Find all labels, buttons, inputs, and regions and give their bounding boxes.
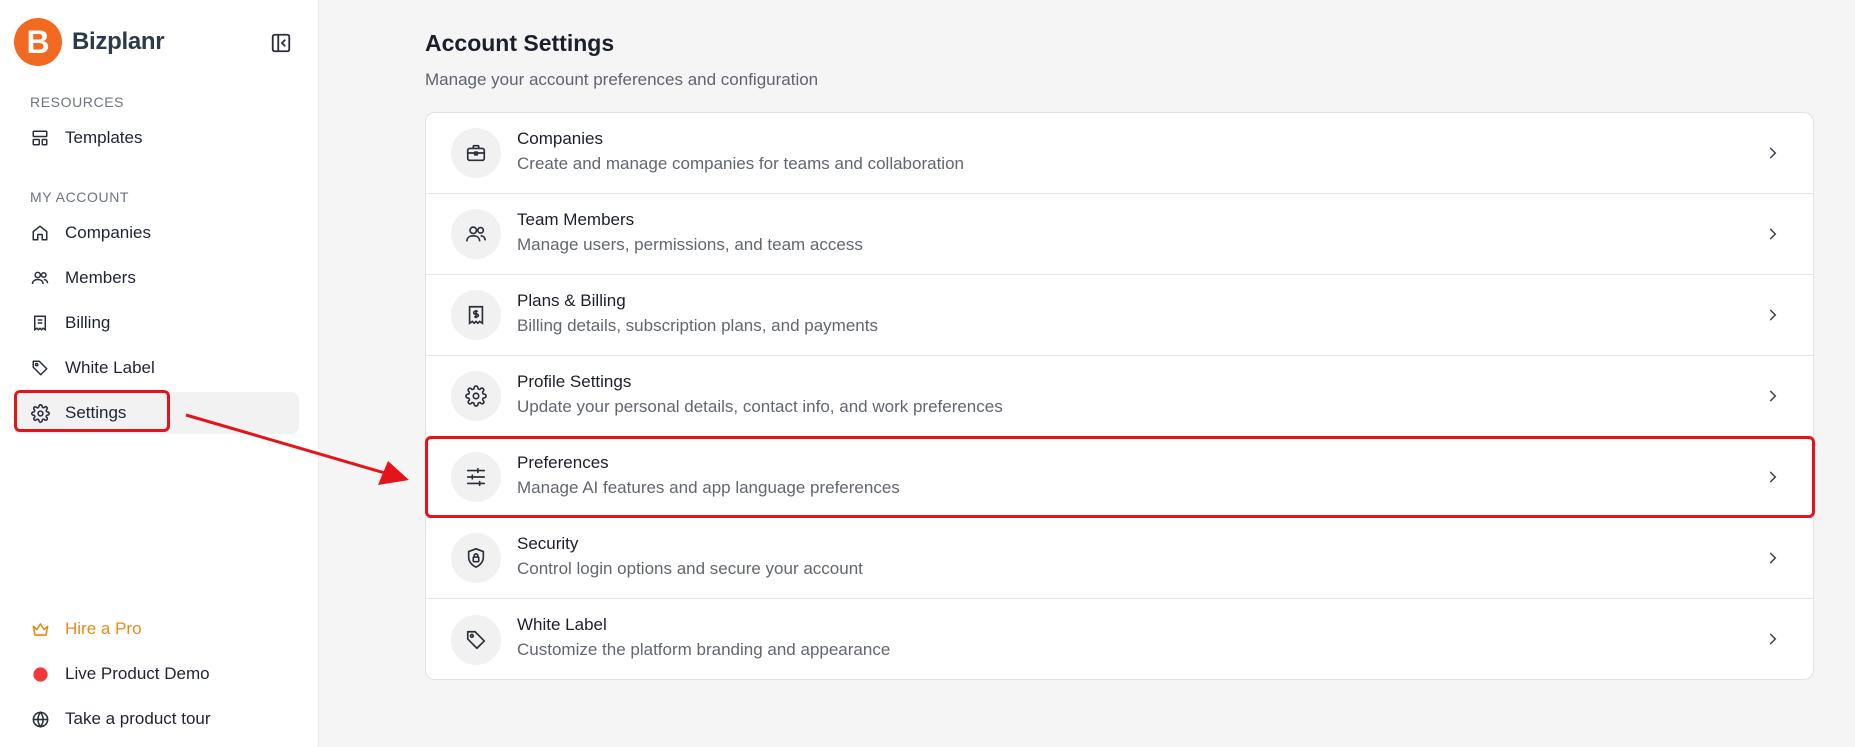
- shield-icon: [451, 533, 501, 583]
- chevron-right-icon: [1763, 224, 1783, 244]
- chevron-right-icon: [1763, 305, 1783, 325]
- sidebar-item-settings[interactable]: Settings: [14, 392, 299, 434]
- chevron-right-icon: [1763, 629, 1783, 649]
- sidebar-item-white-label[interactable]: White Label: [14, 347, 299, 389]
- users-icon: [451, 209, 501, 259]
- sidebar-item-label: White Label: [65, 358, 155, 377]
- settings-row-security[interactable]: Security Control login options and secur…: [426, 518, 1813, 599]
- collapse-sidebar-button[interactable]: [268, 30, 294, 56]
- tag-icon: [451, 614, 501, 665]
- sidebar-item-label: Settings: [65, 403, 127, 422]
- settings-list: Companies Create and manage companies fo…: [425, 112, 1814, 680]
- gear-icon: [451, 371, 501, 421]
- settings-row-profile-settings[interactable]: Profile Settings Update your personal de…: [426, 356, 1813, 437]
- my-account-section-label: MY ACCOUNT: [30, 189, 130, 205]
- row-description: Billing details, subscription plans, and…: [517, 316, 878, 335]
- row-description: Control login options and secure your ac…: [517, 559, 863, 578]
- chevron-right-icon: [1763, 548, 1783, 568]
- sidebar-item-label: Templates: [65, 128, 143, 147]
- sidebar-item-label: Members: [65, 268, 136, 287]
- page-subtitle: Manage your account preferences and conf…: [425, 70, 819, 89]
- row-description: Create and manage companies for teams an…: [517, 154, 964, 173]
- sidebar: B Bizplanr RESOURCES Templates MY ACCOUN…: [0, 0, 319, 747]
- row-description: Manage AI features and app language pref…: [517, 478, 900, 497]
- row-title: Team Members: [517, 210, 635, 229]
- crown-icon: [30, 619, 50, 639]
- sidebar-collapse-icon: [271, 33, 291, 53]
- sidebar-item-companies[interactable]: Companies: [14, 212, 299, 254]
- row-description: Customize the platform branding and appe…: [517, 640, 891, 659]
- settings-row-companies[interactable]: Companies Create and manage companies fo…: [426, 113, 1813, 194]
- sidebar-item-label: Billing: [65, 313, 111, 332]
- row-description: Update your personal details, contact in…: [517, 397, 1003, 416]
- settings-row-white-label[interactable]: White Label Customize the platform brand…: [426, 599, 1813, 679]
- sidebar-item-label: Companies: [65, 223, 151, 242]
- chevron-right-icon: [1763, 143, 1783, 163]
- receipt-icon: [451, 290, 501, 340]
- resources-section-label: RESOURCES: [30, 94, 125, 110]
- sidebar-item-templates[interactable]: Templates: [14, 117, 299, 159]
- row-title: Plans & Billing: [517, 291, 626, 310]
- row-title: White Label: [517, 615, 607, 634]
- users-icon: [30, 268, 50, 288]
- briefcase-icon: [451, 128, 501, 178]
- brand-name: Bizplanr: [72, 28, 165, 55]
- tag-icon: [30, 358, 50, 378]
- row-title: Security: [517, 534, 579, 553]
- sidebar-item-label: Take a product tour: [65, 709, 211, 728]
- sidebar-item-label: Hire a Pro: [65, 619, 142, 638]
- row-title: Companies: [517, 129, 603, 148]
- row-title: Profile Settings: [517, 372, 632, 391]
- page-title: Account Settings: [425, 30, 615, 56]
- settings-row-team-members[interactable]: Team Members Manage users, permissions, …: [426, 194, 1813, 275]
- receipt-icon: [30, 313, 50, 333]
- sidebar-item-billing[interactable]: Billing: [14, 302, 299, 344]
- brand-logo: B: [14, 18, 62, 66]
- chevron-right-icon: [1763, 467, 1783, 487]
- globe-icon: [30, 709, 50, 729]
- sidebar-item-hire-a-pro[interactable]: Hire a Pro: [14, 608, 299, 650]
- row-title: Preferences: [517, 453, 609, 472]
- layout-template-icon: [30, 128, 50, 148]
- chevron-right-icon: [1763, 386, 1783, 406]
- sliders-icon: [451, 452, 501, 502]
- row-description: Manage users, permissions, and team acce…: [517, 235, 863, 254]
- sidebar-item-members[interactable]: Members: [14, 257, 299, 299]
- settings-row-plans-billing[interactable]: Plans & Billing Billing details, subscri…: [426, 275, 1813, 356]
- gear-icon: [30, 403, 50, 423]
- sidebar-item-take-a-product-tour[interactable]: Take a product tour: [14, 698, 299, 740]
- brand[interactable]: B Bizplanr: [14, 18, 165, 66]
- sidebar-item-live-product-demo[interactable]: Live Product Demo: [14, 653, 299, 695]
- sidebar-item-label: Live Product Demo: [65, 664, 210, 683]
- red-dot-icon: [30, 664, 50, 684]
- home-icon: [30, 223, 50, 243]
- settings-row-preferences[interactable]: Preferences Manage AI features and app l…: [426, 437, 1813, 518]
